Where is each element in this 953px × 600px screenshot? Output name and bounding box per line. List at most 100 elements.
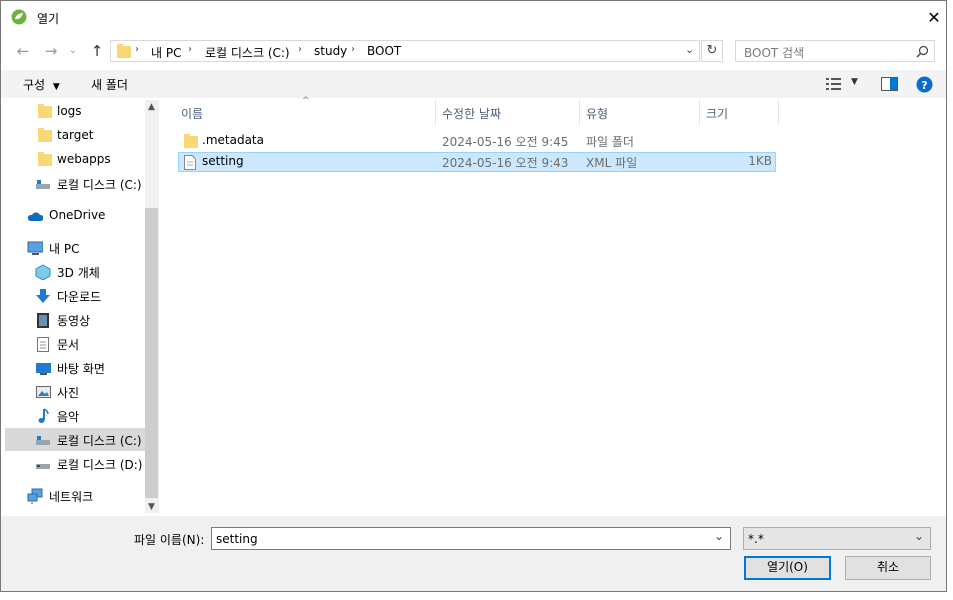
folder-icon xyxy=(38,152,52,166)
bottom-panel: 파일 이름(N): setting ⌄ *.* ⌄ 열기(O) 취소 xyxy=(1,516,946,591)
sidebar-item-label: 로컬 디스크 (C:) xyxy=(57,434,142,448)
picture-icon xyxy=(36,386,51,398)
sidebar-item-my-pc[interactable]: 내 PC xyxy=(5,236,145,259)
sidebar-item-label: logs xyxy=(57,104,82,118)
drive-icon xyxy=(36,436,50,445)
sort-ascending-icon: ^ xyxy=(302,96,310,106)
organize-label: 구성 xyxy=(23,78,46,92)
recent-chevron-icon[interactable]: ⌄ xyxy=(62,40,84,62)
cloud-icon xyxy=(27,212,43,221)
help-icon[interactable]: ? xyxy=(916,76,933,93)
cancel-button[interactable]: 취소 xyxy=(845,556,931,580)
new-folder-button[interactable]: 새 폴더 xyxy=(91,76,128,93)
folder-icon xyxy=(38,128,52,142)
sidebar-item-label: target xyxy=(57,128,94,142)
forward-arrow-icon[interactable]: → xyxy=(40,40,62,62)
breadcrumb-separator-icon: › xyxy=(188,44,192,55)
file-modified: 2024-05-16 오전 9:43 xyxy=(442,156,569,170)
preview-pane-icon[interactable] xyxy=(881,77,898,91)
sidebar-item-label: 음악 xyxy=(57,410,80,424)
filename-input[interactable]: setting ⌄ xyxy=(211,527,731,550)
column-divider[interactable] xyxy=(699,100,700,125)
column-header-name[interactable]: 이름 xyxy=(181,105,203,122)
cube-icon xyxy=(35,264,51,280)
sidebar-item-videos[interactable]: 동영상 xyxy=(5,308,145,331)
breadcrumb-boot[interactable]: BOOT xyxy=(367,44,401,58)
column-divider[interactable] xyxy=(435,100,436,125)
video-icon xyxy=(37,313,49,328)
folder-icon xyxy=(38,104,52,118)
chevron-down-icon: ▼ xyxy=(52,82,60,92)
navigation-pane: logs target webapps 로컬 디스크 (C:) OneDrive… xyxy=(5,100,145,513)
sidebar-item-music[interactable]: 음악 xyxy=(5,404,145,427)
sidebar-item-documents[interactable]: 문서 xyxy=(5,332,145,355)
document-icon xyxy=(37,337,49,352)
search-placeholder: BOOT 검색 xyxy=(744,46,805,60)
filter-value: *.* xyxy=(748,532,764,546)
file-name: .metadata xyxy=(202,133,264,147)
column-divider[interactable] xyxy=(778,100,779,125)
sidebar-item-label: 다운로드 xyxy=(57,290,102,304)
up-arrow-icon[interactable]: ↑ xyxy=(86,40,108,62)
sidebar-item-pictures[interactable]: 사진 xyxy=(5,380,145,403)
app-icon xyxy=(11,9,27,25)
column-header-modified[interactable]: 수정한 날짜 xyxy=(442,105,501,122)
sidebar-item-label: 로컬 디스크 (D:) xyxy=(57,458,143,472)
breadcrumb-separator-icon: › xyxy=(135,44,139,55)
file-type: 파일 폴더 xyxy=(586,135,634,149)
organize-button[interactable]: 구성 ▼ xyxy=(23,76,60,93)
sidebar-item-label: 동영상 xyxy=(57,314,91,328)
scroll-up-icon[interactable]: ▲ xyxy=(148,102,155,112)
sidebar-item-target[interactable]: target xyxy=(5,124,145,147)
breadcrumb-pc[interactable]: 내 PC xyxy=(151,44,181,61)
view-options-icon[interactable] xyxy=(826,77,842,91)
folder-icon xyxy=(184,134,198,148)
sidebar-item-local-disk-d[interactable]: 로컬 디스크 (D:) xyxy=(5,452,145,475)
file-type-filter-select[interactable]: *.* ⌄ xyxy=(743,527,931,550)
filename-value: setting xyxy=(216,532,258,546)
music-icon xyxy=(38,408,49,423)
pc-icon xyxy=(27,241,43,255)
view-dropdown-icon[interactable]: ▼ xyxy=(851,77,858,87)
sidebar-item-label: 로컬 디스크 (C:) xyxy=(57,178,142,192)
address-dropdown-icon[interactable]: ⌄ xyxy=(685,43,694,56)
sidebar-item-onedrive[interactable]: OneDrive xyxy=(5,204,145,227)
sidebar-item-label: 사진 xyxy=(57,386,80,400)
sidebar-item-label: OneDrive xyxy=(49,208,106,222)
chevron-down-icon: ⌄ xyxy=(913,529,924,543)
file-size: 1KB xyxy=(748,154,772,168)
refresh-icon[interactable]: ↻ xyxy=(701,40,723,62)
file-modified: 2024-05-16 오전 9:45 xyxy=(442,135,569,149)
folder-icon xyxy=(117,44,131,58)
back-arrow-icon[interactable]: ← xyxy=(12,40,34,62)
download-icon xyxy=(36,289,50,303)
table-row[interactable]: .metadata 2024-05-16 오전 9:45 파일 폴더 xyxy=(178,131,776,151)
sidebar-item-network[interactable]: 네트워크 xyxy=(5,484,145,507)
address-bar[interactable]: › 내 PC › 로컬 디스크 (C:) › study › BOOT ⌄ xyxy=(110,40,700,62)
breadcrumb-separator-icon: › xyxy=(351,44,355,55)
svg-text:?: ? xyxy=(921,79,927,92)
breadcrumb-drive[interactable]: 로컬 디스크 (C:) xyxy=(205,44,290,61)
scroll-down-icon[interactable]: ▼ xyxy=(148,502,155,512)
chevron-down-icon[interactable]: ⌄ xyxy=(714,529,724,543)
column-header-size[interactable]: 크기 xyxy=(706,105,728,122)
network-icon xyxy=(27,488,43,504)
table-row-selected[interactable]: setting 2024-05-16 오전 9:43 XML 파일 1KB xyxy=(178,152,776,172)
search-icon xyxy=(916,45,929,58)
search-input[interactable]: BOOT 검색 xyxy=(735,40,935,62)
sidebar-item-local-disk-c-selected[interactable]: 로컬 디스크 (C:) xyxy=(5,428,145,451)
column-header-type[interactable]: 유형 xyxy=(586,105,608,122)
column-divider[interactable] xyxy=(579,100,580,125)
file-list: ^ 이름 수정한 날짜 유형 크기 .metadata 2024-05-16 오… xyxy=(160,96,946,513)
sidebar-item-webapps[interactable]: webapps xyxy=(5,148,145,171)
open-button[interactable]: 열기(O) xyxy=(744,556,831,580)
sidebar-item-downloads[interactable]: 다운로드 xyxy=(5,284,145,307)
sidebar-scrollbar-thumb[interactable] xyxy=(145,208,158,498)
sidebar-item-desktop[interactable]: 바탕 화면 xyxy=(5,356,145,379)
breadcrumb-study[interactable]: study xyxy=(314,44,347,58)
close-button[interactable]: ✕ xyxy=(921,5,947,31)
sidebar-item-3d-objects[interactable]: 3D 개체 xyxy=(5,260,145,283)
breadcrumb-separator-icon: › xyxy=(298,44,302,55)
sidebar-item-logs[interactable]: logs xyxy=(5,100,145,123)
sidebar-item-local-disk-c[interactable]: 로컬 디스크 (C:) xyxy=(5,172,145,195)
